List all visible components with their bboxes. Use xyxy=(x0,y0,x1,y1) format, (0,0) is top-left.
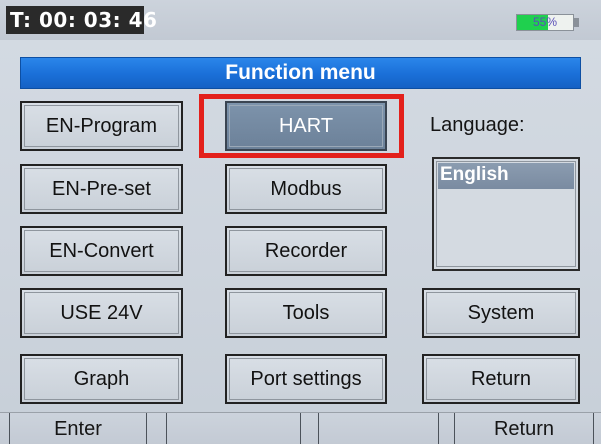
language-option-english[interactable]: English xyxy=(438,163,574,189)
en-program-button[interactable]: EN-Program xyxy=(20,101,183,151)
menu-header: Function menu xyxy=(20,57,581,89)
status-bar: T: 00: 03: 46 55% xyxy=(0,0,601,40)
softkey-divider xyxy=(300,413,301,444)
softkey-divider xyxy=(438,413,439,444)
softkey-divider xyxy=(318,413,319,444)
language-label: Language: xyxy=(430,114,525,136)
en-preset-button[interactable]: EN-Pre-set xyxy=(20,164,183,214)
tools-button[interactable]: Tools xyxy=(225,288,387,338)
battery-indicator: 55% xyxy=(516,14,574,31)
modbus-button[interactable]: Modbus xyxy=(225,164,387,214)
use-24v-button[interactable]: USE 24V xyxy=(20,288,183,338)
en-convert-button[interactable]: EN-Convert xyxy=(20,226,183,276)
battery-cap-icon xyxy=(574,18,579,27)
system-button[interactable]: System xyxy=(422,288,580,338)
softkey-divider xyxy=(146,413,147,444)
port-settings-button[interactable]: Port settings xyxy=(225,354,387,404)
page-title: Function menu xyxy=(225,61,376,84)
elapsed-timer: T: 00: 03: 46 xyxy=(6,6,157,34)
softkey-enter[interactable]: Enter xyxy=(10,413,146,444)
battery-percentage: 55% xyxy=(532,15,558,29)
hart-selection-highlight xyxy=(199,94,404,158)
graph-button[interactable]: Graph xyxy=(20,354,183,404)
softkey-divider xyxy=(593,413,594,444)
softkey-return[interactable]: Return xyxy=(455,413,593,444)
language-list[interactable]: English xyxy=(432,157,580,271)
device-screen: T: 00: 03: 46 55% Function menu EN-Progr… xyxy=(0,0,601,444)
softkey-divider xyxy=(166,413,167,444)
return-button[interactable]: Return xyxy=(422,354,580,404)
softkey-bar: Enter Return xyxy=(0,412,601,444)
recorder-button[interactable]: Recorder xyxy=(225,226,387,276)
